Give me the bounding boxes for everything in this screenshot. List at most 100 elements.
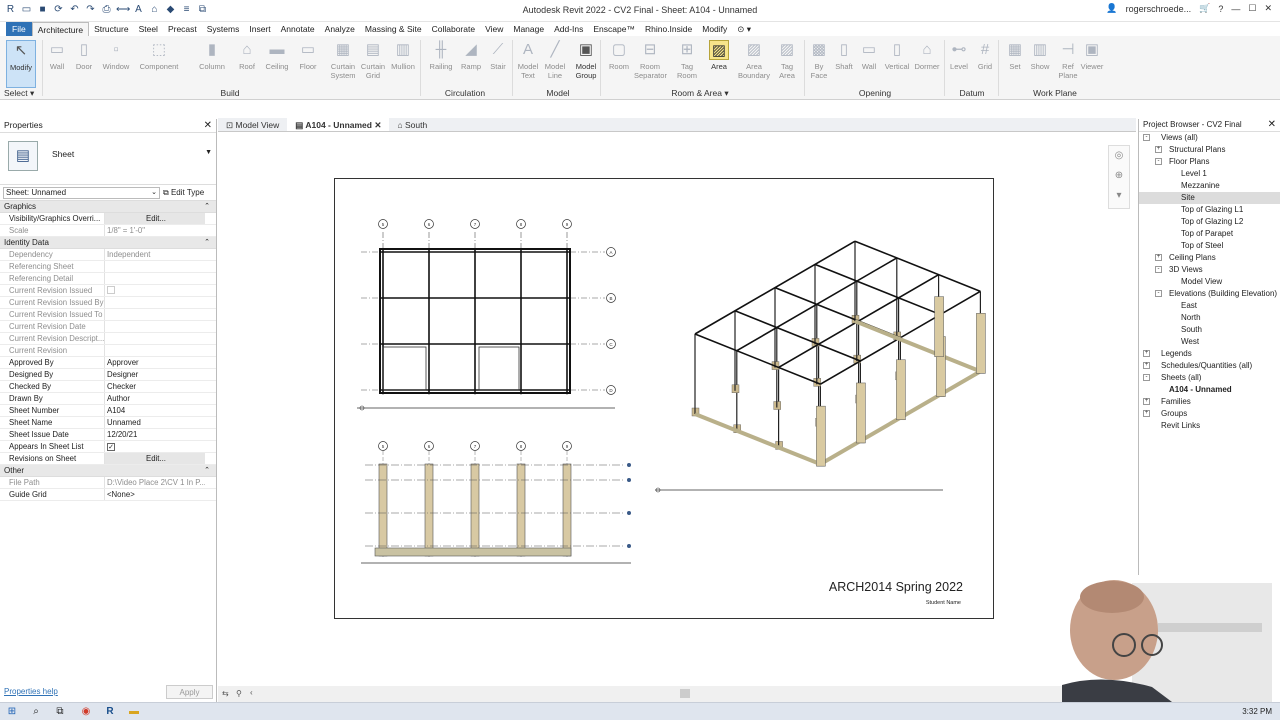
expand-icon[interactable]: +: [1155, 254, 1162, 261]
tab-rhino-inside[interactable]: Rhino.Inside: [640, 22, 697, 36]
property-value[interactable]: 12/20/21: [105, 429, 205, 440]
checkbox[interactable]: ✓: [107, 443, 115, 451]
zoom-icon[interactable]: ⊕: [1109, 166, 1129, 186]
ribbon-tool-room-separator[interactable]: ⊟ Room Separator: [634, 40, 667, 80]
browser-node-north[interactable]: North: [1139, 312, 1280, 324]
collapse-icon[interactable]: ⌃: [204, 465, 210, 476]
tab-analyze[interactable]: Analyze: [320, 22, 360, 36]
ribbon-group-select[interactable]: Select ▾: [4, 88, 36, 99]
property-value[interactable]: Designer: [105, 369, 205, 380]
properties-help-link[interactable]: Properties help: [4, 687, 58, 696]
collapse-icon[interactable]: ⌃: [204, 201, 210, 212]
section-other[interactable]: Other ⌃: [0, 465, 216, 477]
ribbon-tool-grid[interactable]: # Grid: [974, 40, 996, 71]
collapse-icon[interactable]: -: [1155, 266, 1162, 273]
browser-node-top-of-glazing-l2[interactable]: Top of Glazing L2: [1139, 216, 1280, 228]
ribbon-tool-dormer[interactable]: ⌂ Dormer: [913, 40, 941, 71]
maximize-icon[interactable]: ☐: [1248, 3, 1256, 14]
property-value[interactable]: Unnamed: [105, 417, 205, 428]
tab-structure[interactable]: Structure: [89, 22, 134, 36]
ribbon-tool-component[interactable]: ⬚ Component: [136, 40, 182, 71]
property-value[interactable]: A104: [105, 405, 205, 416]
ribbon-tool-viewer[interactable]: ▣ Viewer: [1078, 40, 1106, 71]
ribbon-tool-level[interactable]: ⊷ Level: [948, 40, 970, 71]
tab-manage[interactable]: Manage: [508, 22, 549, 36]
browser-node-schedules-quantities-all[interactable]: + Schedules/Quantities (all): [1139, 360, 1280, 372]
ribbon-tool-ramp[interactable]: ◢ Ramp: [459, 40, 483, 71]
browser-node-south[interactable]: South: [1139, 324, 1280, 336]
type-selector[interactable]: ▤ Sheet ▼: [0, 133, 216, 185]
ribbon-tool-column[interactable]: ▮ Column: [197, 40, 227, 71]
chevron-down-icon[interactable]: ▾: [1109, 186, 1129, 206]
tab-view[interactable]: View: [480, 22, 508, 36]
browser-node-top-of-parapet[interactable]: Top of Parapet: [1139, 228, 1280, 240]
view-tab-model-view[interactable]: ⊡ Model View: [218, 118, 287, 131]
scale-icon[interactable]: ⇆: [222, 689, 229, 698]
property-value[interactable]: Checker: [105, 381, 205, 392]
collapse-icon[interactable]: ⌃: [204, 237, 210, 248]
chrome-icon[interactable]: ◉: [80, 706, 92, 718]
ribbon-tool-curtain-grid[interactable]: ▤ Curtain Grid: [359, 40, 387, 80]
elevation-view[interactable]: 56789: [361, 441, 631, 564]
apply-button[interactable]: Apply: [166, 685, 213, 699]
property-value[interactable]: Approver: [105, 357, 205, 368]
ribbon-tool-show[interactable]: ▥ Show: [1029, 40, 1051, 71]
floor-plan-view[interactable]: 5 6 7 8 9ABCD: [357, 219, 616, 411]
tab-massing-site[interactable]: Massing & Site: [360, 22, 427, 36]
browser-node-3d-views[interactable]: -3D Views: [1139, 264, 1280, 276]
edit-type-button[interactable]: ⧉ Edit Type: [163, 187, 204, 198]
browser-node-level-1[interactable]: Level 1: [1139, 168, 1280, 180]
ribbon-tool-shaft[interactable]: ▯ Shaft: [833, 40, 855, 71]
cart-icon[interactable]: 🛒: [1199, 3, 1210, 14]
collapse-icon[interactable]: -: [1143, 134, 1150, 141]
collapse-icon[interactable]: -: [1143, 374, 1150, 381]
ribbon-tool-area-boundary[interactable]: ▨ Area Boundary: [737, 40, 771, 80]
scroll-left-icon[interactable]: ‹: [250, 688, 253, 697]
browser-node-west[interactable]: West: [1139, 336, 1280, 348]
ribbon-group-room-area[interactable]: Room & Area ▾: [610, 88, 790, 99]
browser-node-model-view[interactable]: Model View: [1139, 276, 1280, 288]
collapse-icon[interactable]: -: [1155, 158, 1162, 165]
ribbon-tool-area[interactable]: ▨ Area: [709, 40, 729, 71]
browser-node-revit-links[interactable]: Revit Links: [1139, 420, 1280, 432]
user-name[interactable]: rogerschroede...: [1126, 4, 1192, 14]
ribbon-tool-model-group[interactable]: ▣ Model Group: [572, 40, 600, 80]
ribbon-tool-floor[interactable]: ▭ Floor: [297, 40, 319, 71]
steering-wheel-icon[interactable]: ◎: [1109, 146, 1129, 166]
property-checkbox[interactable]: ✓: [105, 441, 205, 452]
view-tab-a104-unnamed[interactable]: ▤ A104 - Unnamed ✕: [287, 118, 390, 131]
task-view-icon[interactable]: ⧉: [54, 706, 66, 718]
ribbon-tool-roof[interactable]: ⌂ Roof: [236, 40, 258, 71]
isometric-3d-view[interactable]: [655, 240, 986, 493]
browser-node-structural-plans[interactable]: + Structural Plans: [1139, 144, 1280, 156]
close-icon[interactable]: ✕: [1264, 3, 1272, 14]
user-icon[interactable]: 👤: [1106, 3, 1117, 14]
browser-node-groups[interactable]: + Groups: [1139, 408, 1280, 420]
tab-insert[interactable]: Insert: [244, 22, 275, 36]
ribbon-tool-door[interactable]: ▯ Door: [73, 40, 95, 71]
tab-file[interactable]: File: [6, 22, 32, 36]
pin-icon[interactable]: ⚲: [236, 689, 242, 698]
tab-add-ins[interactable]: Add-Ins: [549, 22, 588, 36]
browser-node-mezzanine[interactable]: Mezzanine: [1139, 180, 1280, 192]
windows-start-icon[interactable]: ⊞: [6, 706, 18, 718]
minimize-icon[interactable]: —: [1231, 4, 1240, 14]
ribbon-tool-wall[interactable]: ▭ Wall: [46, 40, 68, 71]
browser-node-site[interactable]: Site: [1139, 192, 1280, 204]
ribbon-tool-window[interactable]: ▫ Window: [101, 40, 131, 71]
file-explorer-icon[interactable]: ▬: [128, 706, 140, 718]
close-tab-icon[interactable]: ✕: [372, 120, 381, 130]
horizontal-scrollbar-thumb[interactable]: [680, 689, 690, 698]
tab-precast[interactable]: Precast: [163, 22, 202, 36]
edit-button[interactable]: Edit...: [105, 213, 205, 224]
expand-icon[interactable]: +: [1143, 350, 1150, 357]
section-graphics[interactable]: Graphics ⌃: [0, 201, 216, 213]
tab-systems[interactable]: Systems: [202, 22, 245, 36]
ribbon-tool-model-text[interactable]: A Model Text: [516, 40, 540, 80]
browser-node-a104-unnamed[interactable]: A104 - Unnamed: [1139, 384, 1280, 396]
edit-button[interactable]: Edit...: [105, 453, 205, 464]
ribbon-tool-model-line[interactable]: ╱ Model Line: [543, 40, 567, 80]
ribbon-tool-set[interactable]: ▦ Set: [1004, 40, 1026, 71]
close-icon[interactable]: ✕: [1268, 119, 1276, 131]
property-value[interactable]: Author: [105, 393, 205, 404]
